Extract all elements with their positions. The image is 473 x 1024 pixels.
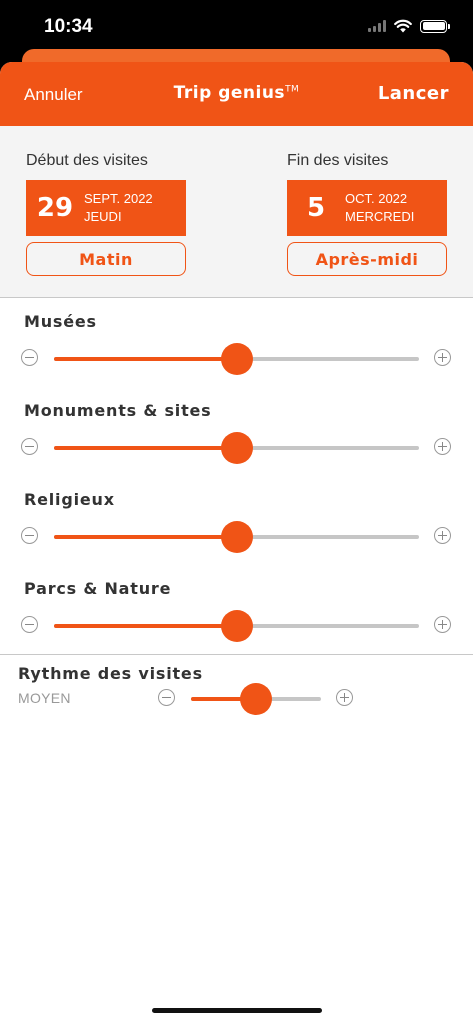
slider-thumb[interactable] xyxy=(220,432,253,464)
slider-monuments[interactable] xyxy=(54,432,419,464)
cellular-signal-icon xyxy=(368,20,386,32)
slider-rhythm[interactable] xyxy=(191,683,321,715)
dates-panel: Début des visites 29 SEPT. 2022 JEUDI Ma… xyxy=(0,126,473,298)
category-label-musees: Musées xyxy=(24,312,97,331)
battery-icon xyxy=(420,19,450,33)
home-indicator xyxy=(152,1008,322,1013)
category-label-parcs: Parcs & Nature xyxy=(24,579,172,598)
start-date-block: Début des visites 29 SEPT. 2022 JEUDI Ma… xyxy=(26,152,186,276)
slider-religieux[interactable] xyxy=(54,521,419,553)
start-period-button[interactable]: Matin xyxy=(26,242,186,276)
slider-row-religieux xyxy=(0,521,473,553)
trip-genius-sheet: Annuler Trip geniusTM Lancer Début des v… xyxy=(0,62,473,1024)
divider xyxy=(0,654,473,655)
rhythm-title: Rythme des visites xyxy=(18,664,203,683)
navigation-bar: Annuler Trip geniusTM Lancer xyxy=(0,62,473,126)
wifi-icon xyxy=(394,19,412,33)
trademark-mark: TM xyxy=(285,84,300,95)
slider-parcs[interactable] xyxy=(54,610,419,642)
slider-thumb[interactable] xyxy=(220,610,253,642)
status-bar: 10:34 xyxy=(0,0,473,56)
end-date-info: OCT. 2022 MERCREDI xyxy=(345,190,414,226)
slider-musees[interactable] xyxy=(54,343,419,375)
slider-fill xyxy=(54,357,237,361)
end-month-year: OCT. 2022 xyxy=(345,191,408,206)
start-date-info: SEPT. 2022 JEUDI xyxy=(84,190,153,226)
increase-religieux-button[interactable] xyxy=(434,527,451,544)
end-date-block: Fin des visites 5 OCT. 2022 MERCREDI Apr… xyxy=(287,152,447,276)
slider-row-monuments xyxy=(0,432,473,464)
increase-musees-button[interactable] xyxy=(434,349,451,366)
start-month-year: SEPT. 2022 xyxy=(84,191,153,206)
slider-row-musees xyxy=(0,343,473,375)
increase-monuments-button[interactable] xyxy=(434,438,451,455)
slider-row-parcs xyxy=(0,610,473,642)
decrease-parcs-button[interactable] xyxy=(21,616,38,633)
nav-title-text: Trip genius xyxy=(173,83,286,103)
slider-fill xyxy=(54,624,237,628)
start-weekday: JEUDI xyxy=(84,209,122,224)
start-date-caption: Début des visites xyxy=(26,152,148,169)
end-day: 5 xyxy=(306,193,326,223)
decrease-monuments-button[interactable] xyxy=(21,438,38,455)
slider-thumb[interactable] xyxy=(240,683,272,715)
slider-fill xyxy=(54,446,237,450)
category-label-religieux: Religieux xyxy=(24,490,115,509)
status-icons xyxy=(368,19,450,33)
decrease-rhythm-button[interactable] xyxy=(158,689,175,706)
status-time: 10:34 xyxy=(44,16,93,37)
end-weekday: MERCREDI xyxy=(345,209,415,224)
end-period-button[interactable]: Après-midi xyxy=(287,242,447,276)
start-day: 29 xyxy=(36,193,74,223)
slider-row-rhythm xyxy=(0,683,473,715)
end-date-picker[interactable]: 5 OCT. 2022 MERCREDI xyxy=(287,180,447,236)
end-date-caption: Fin des visites xyxy=(287,152,389,169)
decrease-musees-button[interactable] xyxy=(21,349,38,366)
slider-thumb[interactable] xyxy=(220,521,253,553)
decrease-religieux-button[interactable] xyxy=(21,527,38,544)
increase-parcs-button[interactable] xyxy=(434,616,451,633)
slider-thumb[interactable] xyxy=(220,343,253,375)
increase-rhythm-button[interactable] xyxy=(336,689,353,706)
launch-button[interactable]: Lancer xyxy=(378,83,449,104)
start-date-picker[interactable]: 29 SEPT. 2022 JEUDI xyxy=(26,180,186,236)
slider-fill xyxy=(54,535,237,539)
category-label-monuments: Monuments & sites xyxy=(24,401,212,420)
